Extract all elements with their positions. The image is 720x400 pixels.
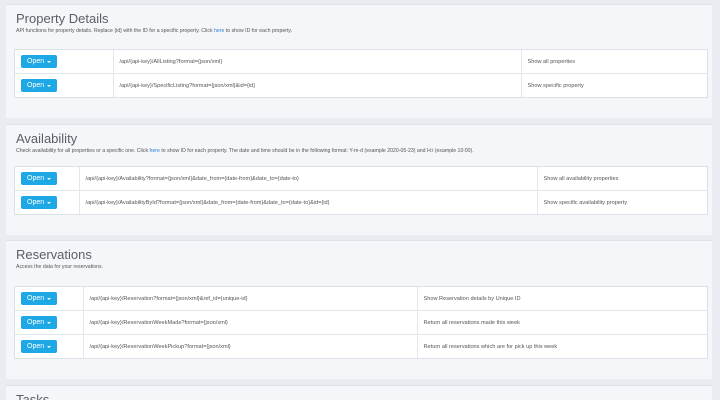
caret-down-icon	[47, 297, 52, 300]
open-button[interactable]: Open	[21, 292, 58, 305]
caret-down-icon	[47, 60, 52, 63]
endpoints-table: Open /api/{api-key}/Reservation?format={…	[14, 286, 708, 359]
open-button[interactable]: Open	[21, 172, 58, 185]
endpoints-table: Open /api/{api-key}/AllListing?format={j…	[14, 49, 708, 98]
open-button[interactable]: Open	[21, 316, 58, 329]
endpoint-description: Return all reservations made this week	[417, 310, 707, 335]
endpoint-description: Show all availability properties	[537, 167, 707, 191]
endpoint-description: Return all reservations which are for pi…	[423, 343, 558, 350]
show-id-link[interactable]: here	[214, 28, 224, 34]
section-description: Access the data for your reservations.	[16, 264, 104, 270]
caret-down-icon	[47, 84, 52, 87]
endpoints-table: Open /api/{api-key}/Availability?format=…	[14, 166, 708, 215]
section-title: Availability	[16, 131, 78, 146]
section-property-details: Property Details API functions for prope…	[6, 4, 712, 118]
table-row: Open /api/{api-key}/Reservation?format={…	[15, 287, 707, 311]
endpoint-description: Show specific property	[527, 82, 584, 89]
section-availability: Availability Check availability for all …	[6, 124, 712, 235]
caret-down-icon	[47, 345, 52, 348]
section-description: Check availability for all properties or…	[16, 148, 474, 154]
table-row: Open /api/{api-key}/Availability?format=…	[15, 167, 707, 191]
endpoint-url: /api/{api-key}/ReservationWeekMade?forma…	[83, 310, 418, 335]
caret-down-icon	[47, 321, 52, 324]
endpoint-url: /api/{api-key}/AvailabilityById?format={…	[79, 190, 538, 214]
section-title: Tasks	[16, 392, 50, 400]
open-button[interactable]: Open	[21, 196, 58, 209]
section-title: Reservations	[16, 247, 92, 262]
table-row: Open /api/{api-key}/AllListing?format={j…	[15, 50, 707, 74]
section-title: Property Details	[16, 11, 109, 26]
endpoint-url: /api/{api-key}/Reservation?format={json/…	[83, 287, 418, 311]
endpoint-description: Show Reservation details by Unique ID	[417, 287, 707, 311]
section-reservations: Reservations Access the data for your re…	[6, 240, 712, 379]
table-row: Open /api/{api-key}/AvailabilityById?for…	[15, 190, 707, 214]
open-button[interactable]: Open	[21, 55, 58, 68]
endpoint-url: /api/{api-key}/ReservationWeekPickup?for…	[83, 334, 418, 358]
endpoint-url: /api/{api-key}/AllListing?format={json/x…	[113, 50, 522, 74]
endpoint-description: Show specific availability property	[543, 199, 628, 206]
caret-down-icon	[47, 201, 52, 204]
endpoint-description: Show all properties	[521, 50, 707, 74]
table-row: Open /api/{api-key}/ReservationWeekPicku…	[15, 334, 707, 358]
endpoint-url: /api/{api-key}/Availability?format={json…	[79, 167, 538, 191]
section-tasks: Tasks	[6, 385, 712, 400]
open-button[interactable]: Open	[21, 79, 58, 92]
table-row: Open /api/{api-key}/SpecificListing?form…	[15, 73, 707, 97]
open-button[interactable]: Open	[21, 340, 58, 353]
api-documentation-page: Property Details API functions for prope…	[0, 0, 720, 400]
caret-down-icon	[47, 177, 52, 180]
table-row: Open /api/{api-key}/ReservationWeekMade?…	[15, 310, 707, 335]
section-description: API functions for property details. Repl…	[16, 28, 293, 34]
show-id-link[interactable]: here	[150, 148, 160, 154]
endpoint-url: /api/{api-key}/SpecificListing?format={j…	[113, 73, 522, 97]
